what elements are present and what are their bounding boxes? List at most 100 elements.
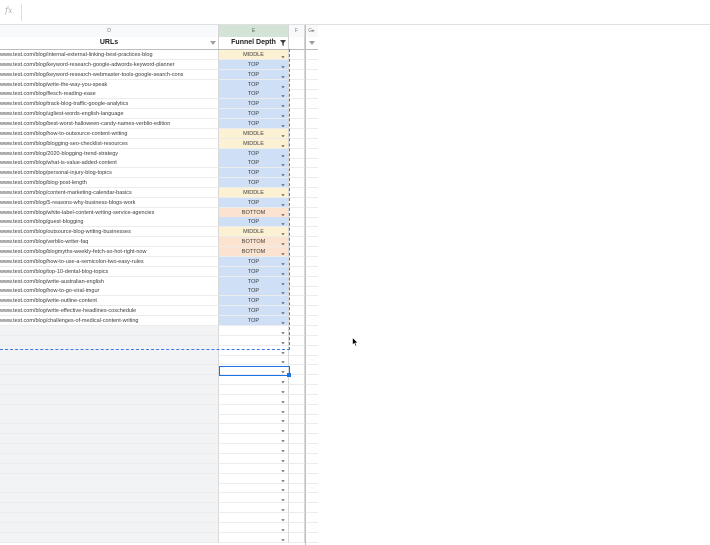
funnel-depth-cell[interactable] xyxy=(219,453,289,464)
empty-cell[interactable] xyxy=(289,276,305,287)
dropdown-arrow-icon[interactable] xyxy=(281,132,285,137)
url-cell[interactable]: www.test.com/blog/blog-post-length xyxy=(0,178,219,189)
empty-header-cell-g[interactable] xyxy=(305,37,318,49)
dropdown-arrow-icon[interactable] xyxy=(281,220,285,226)
funnel-depth-cell[interactable]: TOP xyxy=(219,256,289,267)
empty-cell[interactable] xyxy=(305,217,318,228)
url-cell[interactable] xyxy=(0,384,219,395)
empty-cell[interactable] xyxy=(289,79,305,90)
empty-cell[interactable] xyxy=(289,444,305,454)
funnel-depth-cell[interactable] xyxy=(219,483,289,494)
url-cell[interactable]: www.test.com/blog/verblio-writer-faq xyxy=(0,237,219,248)
url-cell[interactable] xyxy=(0,375,219,386)
empty-cell[interactable] xyxy=(305,139,318,149)
empty-cell[interactable] xyxy=(289,463,305,474)
url-cell[interactable] xyxy=(0,355,219,366)
empty-cell[interactable] xyxy=(289,532,305,543)
empty-cell[interactable] xyxy=(305,60,318,70)
empty-cell[interactable] xyxy=(305,296,318,307)
dropdown-arrow-icon[interactable] xyxy=(281,368,285,374)
url-cell[interactable]: www.test.com/blog/guest-blogging xyxy=(0,217,219,228)
dropdown-arrow-icon[interactable] xyxy=(281,230,285,236)
empty-cell[interactable] xyxy=(305,355,318,366)
url-cell[interactable] xyxy=(0,444,219,454)
empty-cell[interactable] xyxy=(305,375,318,386)
empty-cell[interactable] xyxy=(305,267,318,277)
dropdown-arrow-icon[interactable] xyxy=(281,299,285,305)
dropdown-arrow-icon[interactable] xyxy=(281,83,285,88)
dropdown-arrow-icon[interactable] xyxy=(281,191,285,197)
empty-cell[interactable] xyxy=(305,257,318,267)
funnel-depth-cell[interactable]: TOP xyxy=(219,266,289,277)
empty-cell[interactable] xyxy=(289,89,305,100)
dropdown-arrow-icon[interactable] xyxy=(281,378,285,384)
url-cell[interactable] xyxy=(0,434,219,445)
empty-cell[interactable] xyxy=(289,306,305,317)
empty-cell[interactable] xyxy=(289,237,305,248)
empty-cell[interactable] xyxy=(289,247,305,257)
dropdown-arrow-icon[interactable] xyxy=(281,201,285,206)
url-cell[interactable]: www.test.com/blog/outsource-blog-writing… xyxy=(0,227,219,238)
urls-header-cell[interactable]: URLs xyxy=(0,37,219,49)
empty-cell[interactable] xyxy=(289,148,305,159)
empty-cell[interactable] xyxy=(289,69,305,80)
funnel-depth-header-cell[interactable]: Funnel Depth xyxy=(219,37,289,49)
empty-cell[interactable] xyxy=(305,168,318,179)
dropdown-arrow-icon[interactable] xyxy=(281,506,285,512)
funnel-depth-cell[interactable] xyxy=(219,325,289,336)
dropdown-arrow-icon[interactable] xyxy=(281,447,285,453)
url-cell[interactable]: www.test.com/blog/write-effective-headli… xyxy=(0,306,219,317)
funnel-depth-cell[interactable]: BOTTOM xyxy=(219,247,289,257)
empty-cell[interactable] xyxy=(289,503,305,514)
empty-cell[interactable] xyxy=(289,345,305,356)
empty-cell[interactable] xyxy=(289,50,305,60)
dropdown-arrow-icon[interactable] xyxy=(281,250,285,256)
empty-cell[interactable] xyxy=(305,405,318,415)
empty-cell[interactable] xyxy=(289,424,305,435)
empty-cell[interactable] xyxy=(305,316,318,326)
empty-cell[interactable] xyxy=(305,188,318,198)
url-cell[interactable]: www.test.com/blog/internal-external-link… xyxy=(0,50,219,60)
funnel-depth-cell[interactable] xyxy=(219,463,289,474)
dropdown-arrow-icon[interactable] xyxy=(281,388,285,394)
empty-cell[interactable] xyxy=(289,414,305,425)
dropdown-arrow-icon[interactable] xyxy=(281,92,285,98)
dropdown-arrow-icon[interactable] xyxy=(281,53,285,59)
funnel-depth-cell[interactable] xyxy=(219,404,289,415)
empty-cell[interactable] xyxy=(289,207,305,218)
url-cell[interactable] xyxy=(0,463,219,474)
dropdown-arrow-icon[interactable] xyxy=(281,142,285,147)
empty-cell[interactable] xyxy=(289,493,305,504)
dropdown-arrow-icon[interactable] xyxy=(281,73,285,78)
dropdown-arrow-icon[interactable] xyxy=(281,280,285,285)
empty-cell[interactable] xyxy=(305,70,318,80)
funnel-depth-cell[interactable] xyxy=(219,365,289,376)
empty-cell[interactable] xyxy=(289,355,305,366)
column-header-d[interactable]: D xyxy=(0,25,219,37)
empty-cell[interactable] xyxy=(305,533,318,543)
dropdown-arrow-icon[interactable] xyxy=(281,536,285,541)
empty-cell[interactable] xyxy=(289,266,305,277)
url-cell[interactable] xyxy=(0,532,219,543)
url-cell[interactable]: www.test.com/blog/challenges-of-medical-… xyxy=(0,315,219,326)
empty-cell[interactable] xyxy=(289,286,305,297)
url-cell[interactable]: www.test.com/blog/best-worst-halloween-c… xyxy=(0,118,219,129)
funnel-depth-cell[interactable]: TOP xyxy=(219,306,289,317)
empty-cell[interactable] xyxy=(289,296,305,307)
empty-cell[interactable] xyxy=(289,217,305,228)
url-cell[interactable]: www.test.com/blog/track-blog-traffic-goo… xyxy=(0,99,219,110)
empty-cell[interactable] xyxy=(289,138,305,149)
url-cell[interactable]: www.test.com/blog/what-is-value-added-co… xyxy=(0,158,219,169)
empty-cell[interactable] xyxy=(305,247,318,257)
empty-cell[interactable] xyxy=(305,493,318,504)
funnel-depth-cell[interactable]: TOP xyxy=(219,178,289,189)
url-cell[interactable] xyxy=(0,335,219,346)
empty-cell[interactable] xyxy=(289,315,305,326)
empty-cell[interactable] xyxy=(289,99,305,110)
empty-cell[interactable] xyxy=(305,365,318,376)
funnel-depth-cell[interactable]: TOP xyxy=(219,109,289,120)
url-cell[interactable]: www.test.com/blog/white-label-content-wr… xyxy=(0,207,219,218)
funnel-depth-cell[interactable] xyxy=(219,522,289,533)
empty-cell[interactable] xyxy=(305,523,318,533)
funnel-depth-cell[interactable]: MIDDLE xyxy=(219,138,289,149)
